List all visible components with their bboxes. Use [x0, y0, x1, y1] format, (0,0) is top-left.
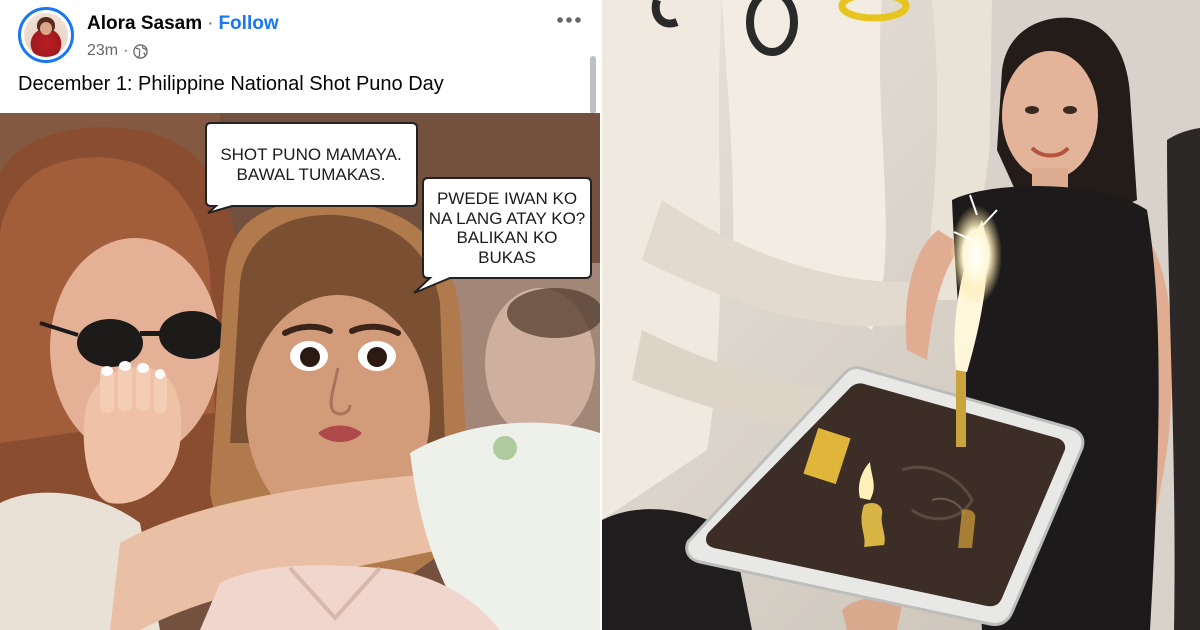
follow-button[interactable]: Follow — [218, 13, 278, 35]
post-meta: 23m · — [87, 41, 149, 61]
video-frame[interactable] — [602, 0, 1200, 630]
post-timestamp[interactable]: 23m — [87, 42, 118, 60]
bubble-2-line-2: NA LANG ATAY KO? — [428, 208, 586, 228]
birthday-scene-illustration — [602, 0, 1200, 630]
more-options-icon[interactable] — [550, 6, 588, 34]
author-line: Alora Sasam · Follow — [87, 11, 279, 37]
name-separator: · — [207, 13, 214, 34]
facebook-post: Alora Sasam · Follow 23m · December 1: P… — [0, 0, 600, 630]
post-header: Alora Sasam · Follow 23m · December 1: P… — [0, 0, 600, 114]
bubble-2-line-4: BUKAS — [478, 248, 536, 268]
bubble-2-line-3: BALIKAN KO — [456, 228, 558, 248]
meme-image[interactable]: SHOT PUNO MAMAYA. BAWAL TUMAKAS. PWEDE I… — [0, 113, 600, 630]
meta-separator: · — [123, 42, 129, 59]
globe-icon[interactable] — [133, 43, 149, 59]
author-name[interactable]: Alora Sasam — [87, 13, 202, 35]
post-caption: December 1: Philippine National Shot Pun… — [18, 73, 444, 95]
speech-bubble-2: PWEDE IWAN KO NA LANG ATAY KO? BALIKAN K… — [425, 189, 589, 268]
scrollbar-thumb[interactable] — [590, 56, 596, 114]
bubble-2-line-1: PWEDE IWAN KO — [436, 189, 578, 208]
avatar-face — [40, 22, 52, 35]
speech-bubble-1: SHOT PUNO MAMAYA. BAWAL TUMAKAS. — [209, 145, 413, 184]
bubble-1-line-2: BAWAL TUMAKAS. — [236, 164, 386, 184]
bubble-1-line-1: SHOT PUNO MAMAYA. — [220, 145, 402, 164]
avatar-photo — [24, 13, 68, 57]
author-avatar[interactable] — [18, 7, 74, 63]
